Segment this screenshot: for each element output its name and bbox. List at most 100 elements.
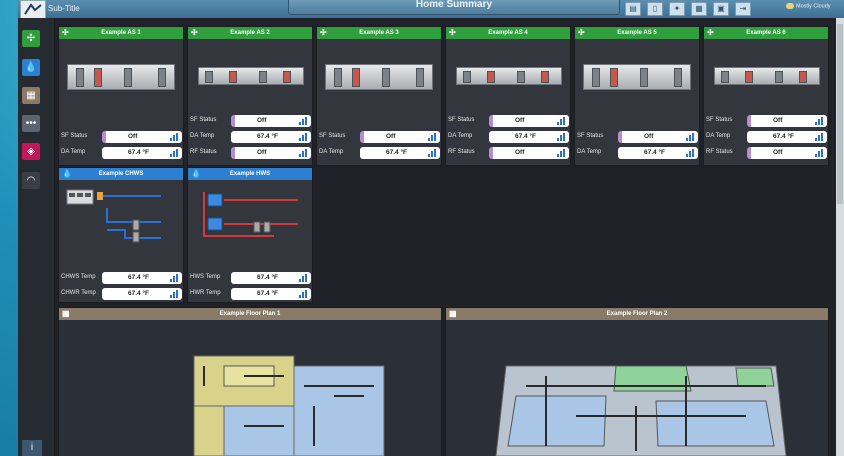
- point-value-box[interactable]: Off: [489, 115, 569, 127]
- point-value-box[interactable]: 67.4 °F: [102, 272, 182, 284]
- signal-icon: [299, 149, 308, 157]
- air-system-card-2[interactable]: ✣ Example AS 2 SF Status Off DA Temp 67.4 °…: [187, 26, 313, 166]
- card-header: ✣ Example AS 2: [188, 27, 312, 39]
- signal-icon: [686, 149, 695, 157]
- point-value-box[interactable]: 67.4 °F: [747, 131, 827, 143]
- document-icon[interactable]: ▯: [647, 2, 663, 16]
- point-value-box[interactable]: Off: [360, 131, 440, 143]
- air-system-card-3[interactable]: ✣ Example AS 3 SF Status Off DA Temp 67.4 °…: [316, 26, 442, 166]
- point-value-box[interactable]: Off: [747, 147, 827, 159]
- signal-icon: [815, 133, 824, 141]
- signal-icon: [686, 133, 695, 141]
- air-system-card-5[interactable]: ✣ Example AS 5 SF Status Off DA Temp 67.4 °…: [574, 26, 700, 166]
- card-title: Example HWS: [229, 171, 271, 177]
- sidebar-water-icon[interactable]: 💧: [22, 59, 40, 76]
- weather-label: Mostly Cloudy: [796, 3, 831, 10]
- sidebar-gauge-icon[interactable]: ◠: [22, 172, 40, 189]
- scrollbar-thumb[interactable]: [837, 24, 843, 204]
- signal-icon: [299, 290, 308, 298]
- point-row: DA Temp 67.4 °F: [706, 131, 827, 144]
- point-label: DA Temp: [319, 149, 344, 155]
- logout-icon[interactable]: ⇥: [735, 2, 751, 16]
- point-value: Off: [773, 149, 783, 156]
- vertical-scrollbar[interactable]: [836, 18, 844, 456]
- weather-status: Mostly Cloudy: [786, 3, 831, 9]
- point-value: 67.4 °F: [773, 133, 795, 140]
- sidebar-fan-icon[interactable]: ✣: [22, 30, 40, 47]
- point-value: Off: [128, 133, 138, 140]
- air-handler-graphic: [583, 64, 691, 90]
- point-value-box[interactable]: Off: [231, 115, 311, 127]
- point-value-box[interactable]: Off: [618, 131, 698, 143]
- card-title: Example AS 6: [746, 30, 786, 36]
- point-label: SF Status: [577, 133, 604, 139]
- point-label: CHWR Temp: [61, 290, 96, 296]
- signal-icon: [815, 117, 824, 125]
- signal-icon: [428, 133, 437, 141]
- point-label: CHWS Temp: [61, 274, 96, 280]
- card-header: ✣ Example AS 6: [704, 27, 828, 39]
- chiller-piping-graphic: [66, 189, 161, 243]
- fan-icon: ✣: [578, 28, 585, 37]
- point-value: 67.4 °F: [128, 149, 150, 156]
- hws-card[interactable]: 💧 Example HWS HWS Temp 67.4 °F HWR Temp 67.…: [187, 167, 313, 303]
- point-value-box[interactable]: Off: [102, 131, 182, 143]
- point-row: CHWS Temp 67.4 °F: [61, 272, 182, 285]
- point-label: SF Status: [448, 117, 475, 123]
- chart-icon[interactable]: ▣: [713, 2, 729, 16]
- point-label: HWR Temp: [190, 290, 221, 296]
- point-row: DA Temp 67.4 °F: [448, 131, 569, 144]
- point-value-box[interactable]: 67.4 °F: [489, 131, 569, 143]
- info-button[interactable]: i: [22, 440, 42, 456]
- floor-plan-3d-graphic-1: [193, 355, 385, 456]
- point-value-box[interactable]: Off: [489, 147, 569, 159]
- air-system-card-6[interactable]: ✣ Example AS 6 SF Status Off DA Temp 67.4 °…: [703, 26, 829, 166]
- point-value-box[interactable]: 67.4 °F: [231, 288, 311, 300]
- point-label: SF Status: [190, 117, 217, 123]
- point-value-box[interactable]: 67.4 °F: [618, 147, 698, 159]
- air-handler-graphic: [198, 67, 304, 85]
- signal-icon: [557, 117, 566, 125]
- point-value: 67.4 °F: [257, 274, 279, 281]
- floor-plan-card-2[interactable]: ▦ Example Floor Plan 2: [445, 307, 829, 456]
- alarm-list-icon[interactable]: ▤: [625, 2, 641, 16]
- point-row: RF Status Off: [706, 147, 827, 160]
- sidebar-layers-icon[interactable]: ◈: [22, 143, 40, 160]
- signal-icon: [815, 149, 824, 157]
- card-title: Example AS 4: [488, 30, 528, 36]
- chws-card[interactable]: 💧 Example CHWS CHWS Temp 67.4 °F CHWR Temp…: [58, 167, 184, 303]
- signal-icon: [170, 274, 179, 282]
- signal-icon: [170, 290, 179, 298]
- point-label: RF Status: [448, 149, 475, 155]
- top-bar: Sub-Title Home Summary ▤ ▯ ✦ ▦ ▣ ⇥ Mostl…: [18, 0, 844, 19]
- point-label: DA Temp: [190, 133, 215, 139]
- trend-icon[interactable]: ▦: [691, 2, 707, 16]
- floor-plan-card-1[interactable]: ▦ Example Floor Plan 1: [58, 307, 442, 456]
- point-row: HWR Temp 67.4 °F: [190, 288, 311, 301]
- point-value-box[interactable]: Off: [231, 147, 311, 159]
- sub-title: Sub-Title: [48, 4, 80, 13]
- point-row: DA Temp 67.4 °F: [319, 147, 440, 160]
- point-value: Off: [257, 149, 267, 156]
- point-value-box[interactable]: 67.4 °F: [102, 147, 182, 159]
- point-label: DA Temp: [61, 149, 86, 155]
- point-label: SF Status: [706, 117, 733, 123]
- card-header: ✣ Example AS 1: [59, 27, 183, 39]
- card-title: Example Floor Plan 1: [219, 311, 281, 317]
- sidebar-more-icon[interactable]: •••: [22, 115, 40, 132]
- point-value-box[interactable]: 67.4 °F: [102, 288, 182, 300]
- point-value-box[interactable]: 67.4 °F: [231, 131, 311, 143]
- air-handler-graphic: [714, 67, 820, 85]
- point-label: DA Temp: [577, 149, 602, 155]
- settings-icon[interactable]: ✦: [669, 2, 685, 16]
- air-system-card-4[interactable]: ✣ Example AS 4 SF Status Off DA Temp 67.4 °…: [445, 26, 571, 166]
- air-system-card-1[interactable]: ✣ Example AS 1 SF Status Off DA Temp 67.4 °…: [58, 26, 184, 166]
- point-row: SF Status Off: [577, 131, 698, 144]
- sidebar-floorplan-icon[interactable]: ▦: [22, 87, 40, 104]
- point-label: DA Temp: [706, 133, 731, 139]
- point-value-box[interactable]: 67.4 °F: [231, 272, 311, 284]
- weather-icon: [786, 3, 794, 9]
- signal-icon: [299, 274, 308, 282]
- point-value-box[interactable]: 67.4 °F: [360, 147, 440, 159]
- point-value-box[interactable]: Off: [747, 115, 827, 127]
